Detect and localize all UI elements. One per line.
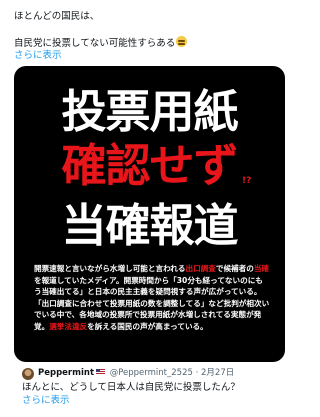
quoted-author-name[interactable]: Peppermint (38, 368, 94, 378)
post-text-line-2: 自民党に投票してない可能性すらある (14, 36, 188, 50)
relieved-face-emoji-icon (176, 36, 188, 47)
post-image[interactable]: 投票用紙 確認せず !? 当確報道 開票速報と言いながら水増し可能と言われる出口… (14, 66, 285, 362)
quoted-author-handle[interactable]: @Peppermint_2525 (110, 368, 193, 378)
image-body-seg: を訴える国民の声が高まっている。 (87, 321, 208, 331)
image-headline-3: 当確報道 (61, 199, 238, 252)
image-headline-1: 投票用紙 (61, 85, 238, 138)
quoted-post-header: Peppermint @Peppermint_2525 · 2月27日 (38, 367, 234, 380)
image-body-highlight: 選挙法違反 (49, 321, 88, 331)
show-more-link[interactable]: さらに表示 (14, 49, 62, 62)
post-text-line-2-text: 自民党に投票してない可能性すらある (14, 38, 176, 49)
post-text-line-1: ほとんどの国民は、 (14, 11, 100, 22)
separator-dot: · (195, 368, 199, 378)
image-question-mark: !? (242, 176, 252, 186)
quoted-post-text: ほんとに、どうして日本人は自民党に投票したん？ (22, 382, 240, 393)
image-body-seg: で候補者の (215, 264, 254, 273)
quoted-post-date[interactable]: 2月27日 (201, 368, 234, 378)
image-body-highlight: 当確 (253, 264, 270, 273)
quoted-avatar[interactable] (22, 368, 34, 380)
image-body-text: 開票速報と言いながら水増し可能と言われる出口調査で候補者の当確を報道していたメデ… (34, 263, 270, 333)
image-body-highlight: 出口調査 (185, 264, 216, 273)
image-body-seg: 開票速報と言いながら水増し可能と言われる (34, 264, 186, 273)
quoted-show-more-link[interactable]: さらに表示 (22, 394, 70, 407)
us-flag-icon (96, 369, 106, 375)
